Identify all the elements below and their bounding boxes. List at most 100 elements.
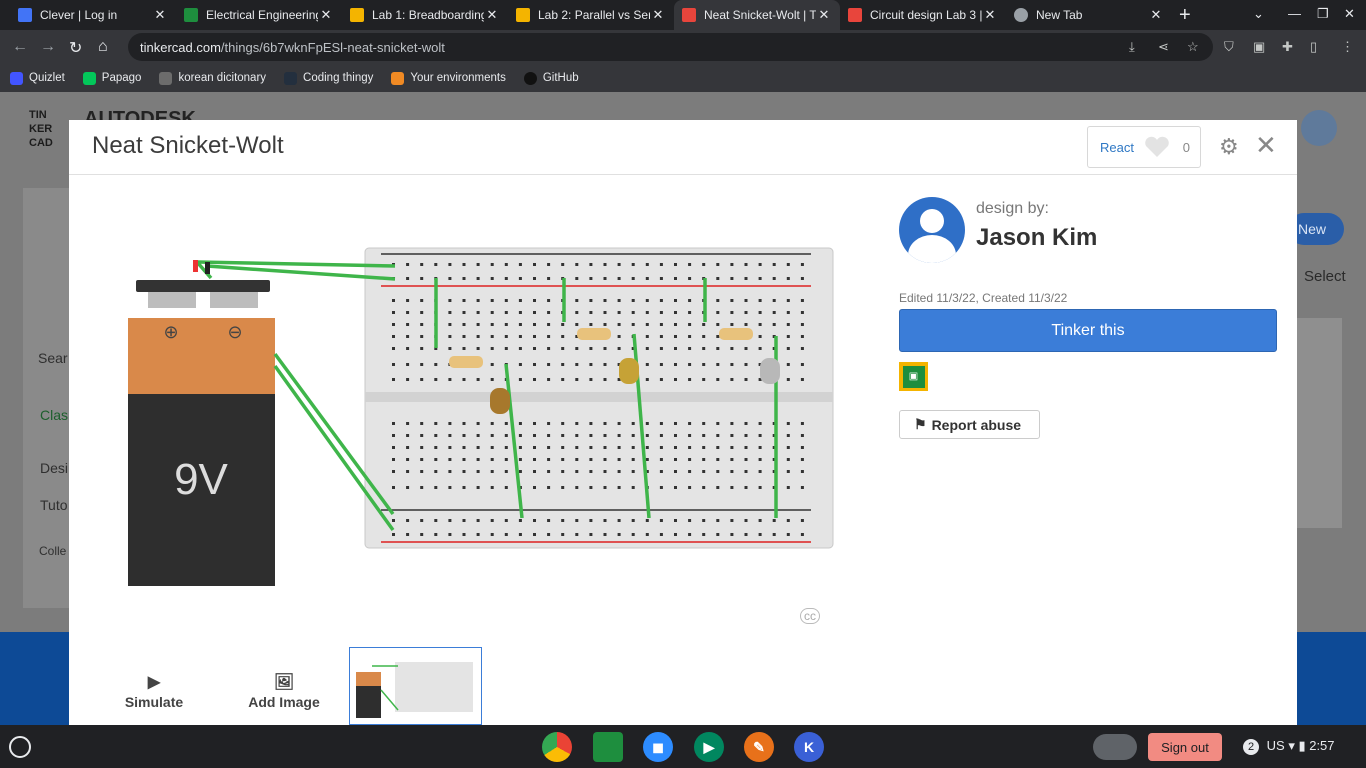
image-thumbnail-selected[interactable] <box>349 647 482 725</box>
breadboard-hole <box>547 347 551 350</box>
back-icon[interactable]: ← <box>12 38 28 56</box>
sign-out-button[interactable]: Sign out <box>1148 733 1222 761</box>
breadboard-hole <box>533 311 536 314</box>
sidebar-item-collections[interactable]: Colle <box>39 544 66 558</box>
close-tab-icon[interactable]: ✕ <box>152 7 168 23</box>
breadboard-hole <box>631 519 635 522</box>
breadboard-hole <box>547 299 551 302</box>
menu-icon[interactable]: ⋮ <box>1341 39 1354 55</box>
k-app-icon[interactable]: K <box>794 732 824 762</box>
breadboard-hole <box>716 519 720 522</box>
breadboard-hole <box>462 335 466 338</box>
sidepanel-icon[interactable]: ▯ <box>1310 39 1317 55</box>
google-classroom-share-button[interactable]: ▣ <box>899 362 928 391</box>
holding-space-icon[interactable] <box>1093 734 1137 760</box>
tinkercad-logo[interactable]: TIN KER CAD <box>29 108 53 150</box>
edited-date: Edited 11/3/22, Created 11/3/22 <box>899 291 1068 305</box>
close-tab-icon[interactable]: ✕ <box>484 7 500 23</box>
tab-neat-snicket-wolt[interactable]: Neat Snicket-Wolt | Ti ✕ <box>674 0 840 30</box>
star-icon[interactable]: ☆ <box>1187 39 1199 55</box>
sidebar-search[interactable]: Sear <box>38 350 68 366</box>
sidebar-item-classes[interactable]: Clas <box>40 407 68 423</box>
sidebar-item-designs[interactable]: Desi <box>40 460 68 476</box>
circuit-preview[interactable]: ⊕ ⊖ 9V <box>109 196 849 626</box>
breadboard-hole <box>674 470 677 473</box>
minimize-icon[interactable]: — <box>1288 6 1301 21</box>
forward-icon[interactable]: → <box>40 38 56 56</box>
breadboard-hole <box>617 458 621 461</box>
breadboard-hole <box>659 434 663 437</box>
breadboard-hole <box>645 263 649 266</box>
breadboard-hole <box>659 347 663 350</box>
breadboard-hole <box>420 378 424 381</box>
pencil-app-icon[interactable]: ✎ <box>744 732 774 762</box>
breadboard-hole <box>490 311 494 314</box>
shield-icon[interactable]: ⛉ <box>1224 39 1234 55</box>
breadboard-hole <box>406 335 410 338</box>
tab-clever[interactable]: Clever | Log in ✕ <box>10 0 176 30</box>
user-avatar[interactable] <box>1301 110 1337 146</box>
maximize-icon[interactable]: ❐ <box>1317 6 1329 22</box>
tinker-this-button[interactable]: Tinker this <box>899 309 1277 352</box>
chrome-icon[interactable] <box>542 732 572 762</box>
breadboard-hole <box>617 470 621 473</box>
bookmark-quizlet[interactable]: Quizlet <box>10 71 65 85</box>
add-image-button[interactable]: 🖼 Add Image <box>239 672 329 710</box>
breadboard-hole <box>772 519 776 522</box>
breadboard-hole <box>561 363 565 366</box>
tinkercad-icon <box>682 8 696 22</box>
share-icon[interactable]: ⋖ <box>1158 39 1169 55</box>
bookmark-github[interactable]: GitHub <box>523 71 579 85</box>
creative-commons-icon[interactable]: cc <box>800 608 820 624</box>
play-store-icon[interactable]: ▶ <box>694 732 724 762</box>
extension-app-icon[interactable]: ▣ <box>1253 39 1265 55</box>
simulate-button[interactable]: ▶ Simulate <box>109 672 199 710</box>
author-name[interactable]: Jason Kim <box>976 224 1097 252</box>
tab-circuit-design[interactable]: Circuit design Lab 3 | T ✕ <box>840 0 1006 30</box>
zoom-icon[interactable]: ◼ <box>643 732 673 762</box>
launcher-icon[interactable] <box>9 736 31 758</box>
bookmark-korean-dictionary[interactable]: korean dicitonary <box>159 71 266 85</box>
gear-icon[interactable]: ⚙ <box>1219 134 1239 160</box>
tab-electrical-engineering[interactable]: Electrical Engineering ✕ <box>176 0 342 30</box>
sidebar-item-tutorials[interactable]: Tuto <box>40 497 68 513</box>
tab-search-icon[interactable]: ⌄ <box>1253 6 1264 22</box>
breadboard-hole <box>406 347 410 350</box>
author-avatar[interactable] <box>899 197 965 263</box>
google-classroom-icon[interactable] <box>593 732 623 762</box>
close-tab-icon[interactable]: ✕ <box>650 7 666 23</box>
breadboard-hole <box>575 263 579 266</box>
new-tab-icon[interactable]: + <box>1179 4 1191 27</box>
breadboard-hole <box>575 486 579 489</box>
close-tab-icon[interactable]: ✕ <box>318 7 334 23</box>
address-bar[interactable]: tinkercad.com/things/6b7wknFpESl-neat-sn… <box>128 33 1213 61</box>
window-close-icon[interactable]: ✕ <box>1344 6 1355 22</box>
react-button[interactable]: React 0 <box>1087 126 1201 168</box>
close-tab-icon[interactable]: ✕ <box>982 7 998 23</box>
reload-icon[interactable]: ↻ <box>69 38 82 58</box>
tab-lab2[interactable]: Lab 2: Parallel vs Serie ✕ <box>508 0 674 30</box>
close-tab-icon[interactable]: ✕ <box>816 7 832 23</box>
report-abuse-button[interactable]: ⚑ Report abuse <box>899 410 1040 439</box>
play-icon: ▶ <box>147 674 161 691</box>
design-thumbnail[interactable] <box>1296 318 1342 528</box>
bookmark-coding[interactable]: Coding thingy <box>284 71 373 85</box>
bookmark-papago[interactable]: Papago <box>82 71 141 85</box>
status-tray[interactable]: 2 US ▾ ▮ 2:57 <box>1243 738 1335 755</box>
breadboard-hole <box>688 519 692 522</box>
breadboard-hole <box>730 323 734 326</box>
install-icon[interactable]: ⤓ <box>1129 39 1135 55</box>
breadboard-hole <box>758 446 762 449</box>
bookmark-environments[interactable]: Your environments <box>391 71 506 85</box>
breadboard-hole <box>730 363 734 366</box>
close-tab-icon[interactable]: ✕ <box>1148 7 1164 23</box>
breadboard-hole <box>645 422 649 425</box>
select-button[interactable]: Select <box>1304 268 1346 285</box>
breadboard-hole <box>744 458 748 461</box>
tab-new-tab[interactable]: New Tab ✕ <box>1006 0 1172 30</box>
puzzle-icon[interactable]: ✚ <box>1282 39 1293 55</box>
home-icon[interactable]: ⌂ <box>98 38 108 56</box>
breadboard-hole <box>561 470 565 473</box>
close-icon[interactable]: ✕ <box>1255 130 1277 161</box>
tab-lab1[interactable]: Lab 1: Breadboarding ✕ <box>342 0 508 30</box>
